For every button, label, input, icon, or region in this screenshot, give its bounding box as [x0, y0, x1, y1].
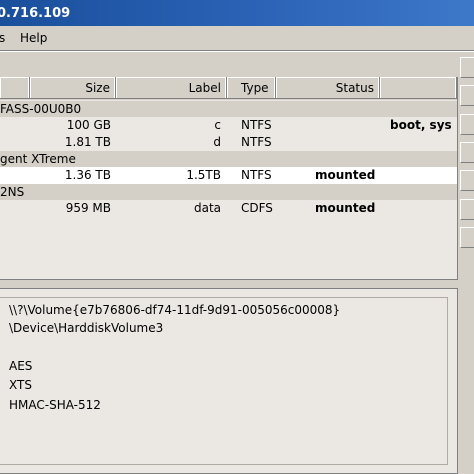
- group-name: 2NS: [0, 185, 25, 199]
- table-row[interactable]: 1.81 TB d NTFS: [0, 134, 457, 151]
- list-group-row[interactable]: 2NS: [0, 184, 457, 200]
- volume-details-panel: \\?\Volume{e7b76806-df74-11df-9d91-00505…: [0, 288, 458, 474]
- mode-of-operation: XTS: [9, 378, 32, 392]
- volume-status: mounted: [315, 168, 376, 182]
- side-button[interactable]: [460, 227, 474, 248]
- side-button[interactable]: [460, 85, 474, 106]
- volume-guid: \\?\Volume{e7b76806-df74-11df-9d91-00505…: [9, 303, 341, 317]
- volume-type: CDFS: [241, 201, 273, 215]
- encryption-algorithm: AES: [9, 359, 33, 373]
- table-row[interactable]: 1.36 TB 1.5TB NTFS mounted: [0, 167, 457, 184]
- volume-type: NTFS: [241, 118, 272, 132]
- column-header-size[interactable]: Size: [30, 77, 116, 99]
- list-group-row[interactable]: gent XTreme: [0, 151, 457, 167]
- table-row[interactable]: 959 MB data CDFS mounted: [0, 200, 457, 217]
- side-button[interactable]: [460, 114, 474, 135]
- volume-label: c: [214, 118, 221, 132]
- side-button[interactable]: [460, 199, 474, 220]
- volume-list[interactable]: Size Label Type Status FASS-00U0B0 100 G…: [0, 77, 458, 280]
- list-group-row[interactable]: FASS-00U0B0: [0, 101, 457, 117]
- volume-size: 100 GB: [66, 118, 111, 132]
- volume-label: data: [193, 201, 221, 215]
- side-button[interactable]: [460, 142, 474, 163]
- volume-size: 1.36 TB: [64, 168, 111, 182]
- table-row[interactable]: 100 GB c NTFS boot, sys: [0, 117, 457, 134]
- column-header-status[interactable]: Status: [276, 77, 380, 99]
- list-header: Size Label Type Status: [0, 77, 457, 100]
- column-header-name[interactable]: [0, 77, 30, 99]
- hash-algorithm: HMAC-SHA-512: [9, 398, 101, 412]
- menu-item-partial[interactable]: s: [0, 31, 5, 45]
- volume-size: 959 MB: [65, 201, 111, 215]
- volume-label: d: [213, 135, 221, 149]
- menu-separator: [0, 50, 474, 52]
- volume-type: NTFS: [241, 168, 272, 182]
- side-button[interactable]: [460, 57, 474, 78]
- menu-help[interactable]: Help: [20, 31, 47, 45]
- menu-bar: s Help: [0, 26, 474, 50]
- volume-size: 1.81 TB: [64, 135, 111, 149]
- column-header-label[interactable]: Label: [116, 77, 227, 99]
- volume-label: 1.5TB: [186, 168, 221, 182]
- group-name: FASS-00U0B0: [0, 102, 82, 116]
- title-bar: 0.716.109: [0, 0, 474, 26]
- volume-status: mounted: [315, 201, 376, 215]
- device-path: \Device\HarddiskVolume3: [9, 321, 164, 335]
- column-header-extra[interactable]: [380, 77, 457, 99]
- volume-extra: boot, sys: [390, 118, 452, 132]
- group-name: gent XTreme: [0, 152, 76, 166]
- side-button[interactable]: [460, 170, 474, 191]
- volume-type: NTFS: [241, 135, 272, 149]
- window-title: 0.716.109: [0, 6, 71, 21]
- column-header-type[interactable]: Type: [227, 77, 276, 99]
